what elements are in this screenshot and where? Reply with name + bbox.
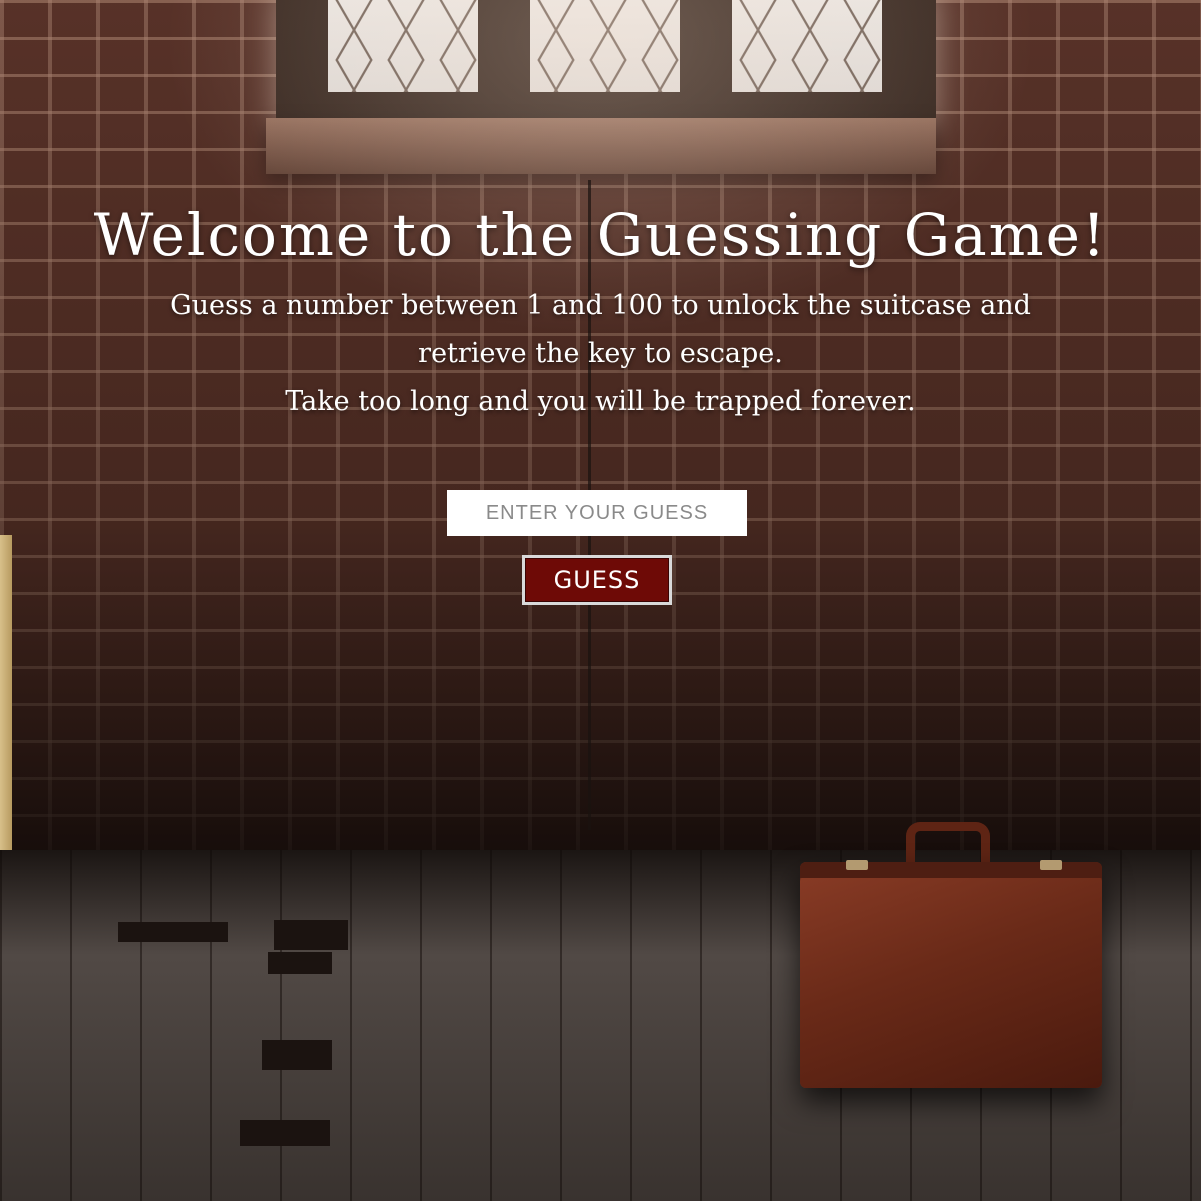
guess-button[interactable]: GUESS bbox=[522, 555, 672, 605]
floor-hole bbox=[118, 922, 228, 942]
floor-hole bbox=[268, 952, 332, 974]
game-intro: Welcome to the Guessing Game! Guess a nu… bbox=[0, 196, 1201, 426]
floor-hole bbox=[274, 920, 348, 950]
suitcase-latch bbox=[1040, 860, 1062, 870]
page-title: Welcome to the Guessing Game! bbox=[93, 201, 1108, 269]
instructions-line: Guess a number between 1 and 100 to unlo… bbox=[170, 290, 1031, 369]
wall-lighting bbox=[0, 0, 1201, 860]
floor-hole bbox=[240, 1120, 330, 1146]
instructions-warning: Take too long and you will be trapped fo… bbox=[285, 386, 916, 417]
floor-hole bbox=[262, 1040, 332, 1070]
suitcase-handle bbox=[906, 822, 990, 864]
suitcase-latch bbox=[846, 860, 868, 870]
instructions: Guess a number between 1 and 100 to unlo… bbox=[131, 282, 1071, 426]
suitcase-icon bbox=[800, 862, 1102, 1088]
guess-input[interactable] bbox=[447, 490, 747, 536]
